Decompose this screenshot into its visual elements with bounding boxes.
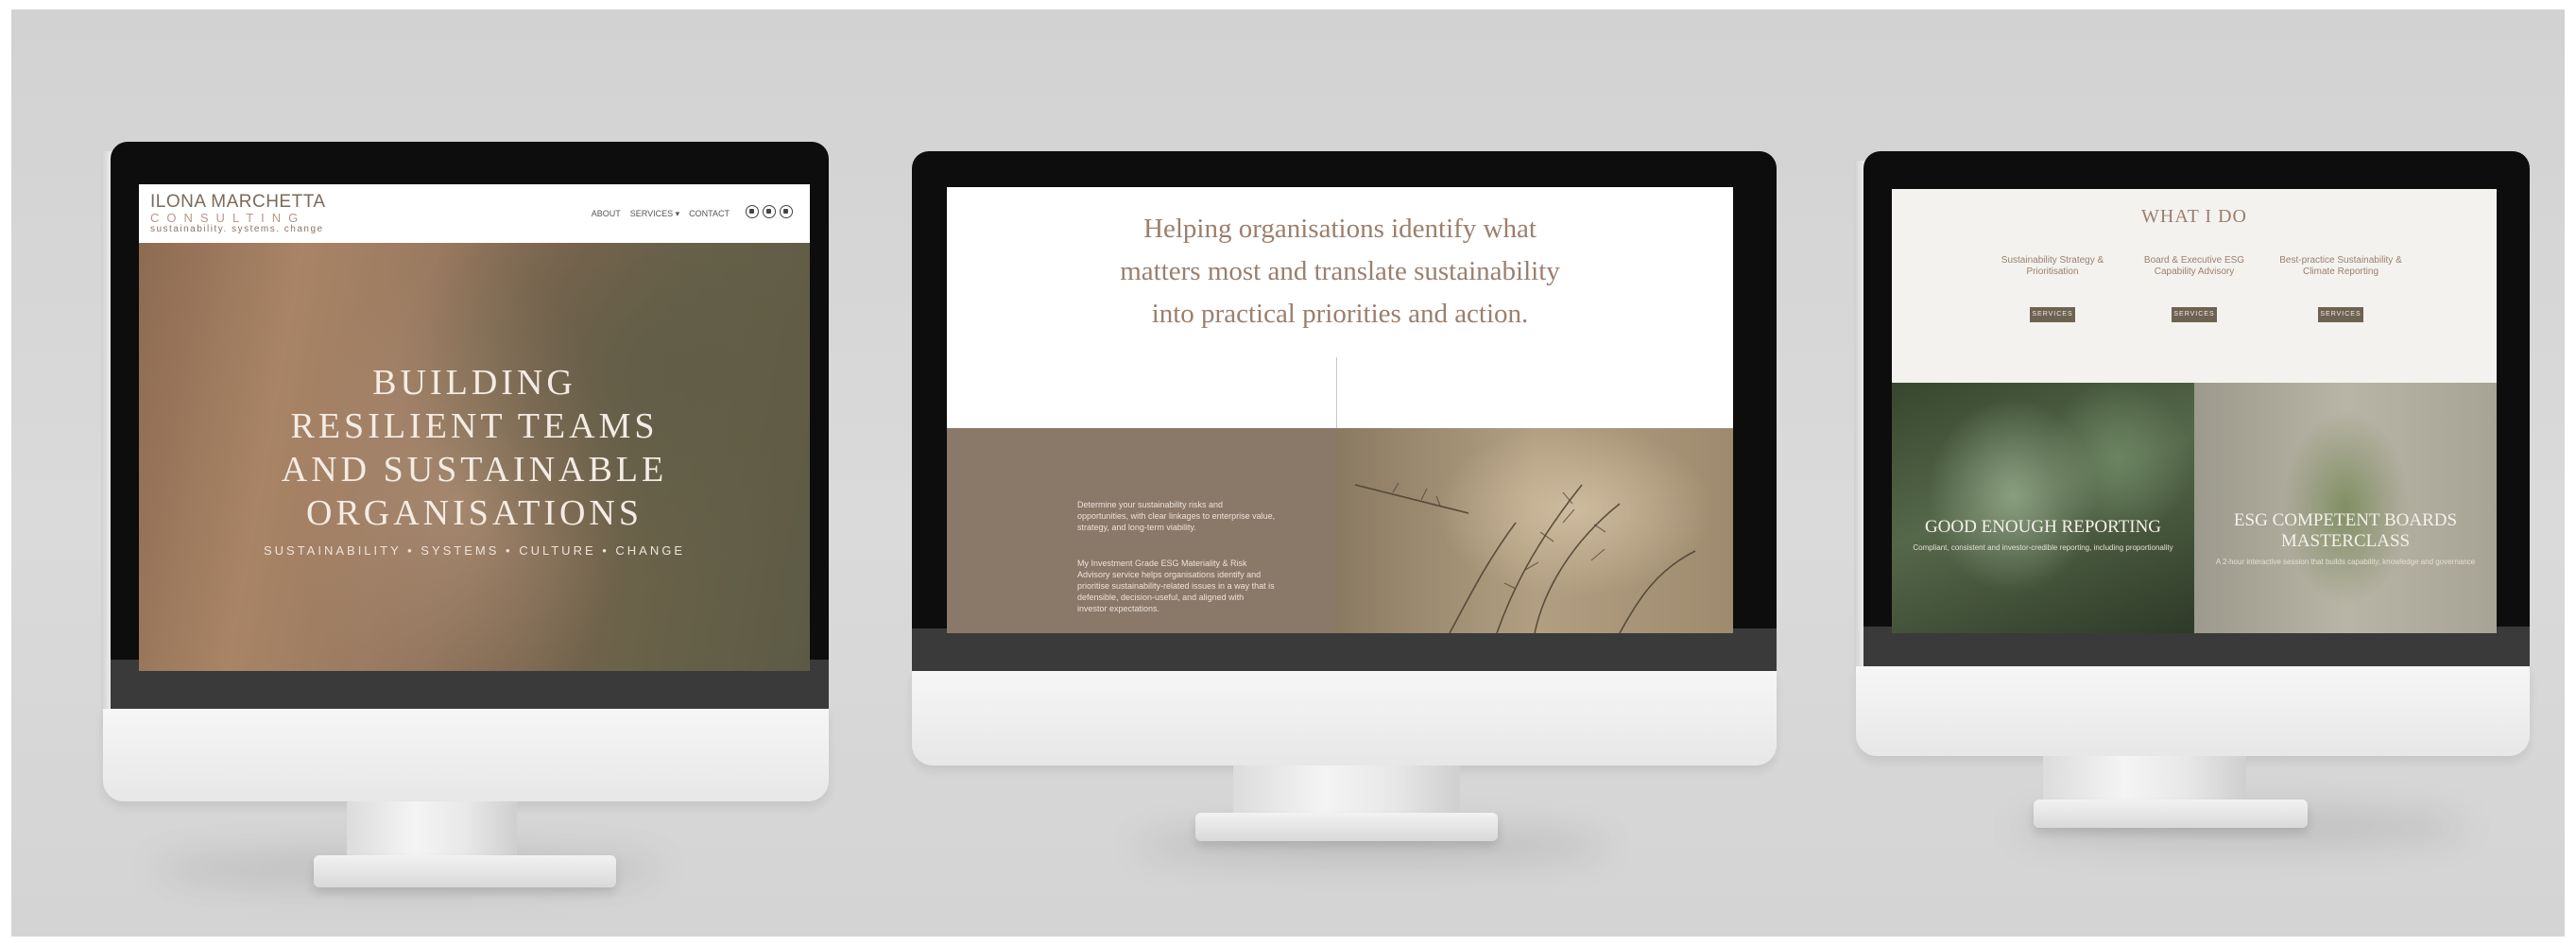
headline-line: Helping organisations identify what [1143,214,1537,244]
headline-line: matters most and translate sustainabilit… [1120,256,1560,286]
monitor-foot [314,855,616,887]
services-button[interactable]: SERVICES [2030,307,2075,322]
hero-title-line: ORGANISATIONS [305,493,644,533]
nav-about[interactable]: ABOUT [592,209,621,219]
monitor-left: ILONA MARCHETTA CONSULTING sustainabilit… [101,142,829,898]
card-title: ESG COMPETENT BOARDS MASTERCLASS [2204,510,2487,552]
hero-tagline: SUSTAINABILITY • SYSTEMS • CULTURE • CHA… [263,543,686,558]
nav-services[interactable]: SERVICES ▾ [630,209,679,219]
monitor-foot [1195,813,1498,841]
grass-illustration [1354,482,1696,633]
service-title: Board & Executive ESG Capability Advisor… [2143,255,2245,277]
monitor-foot [2034,800,2308,828]
services-headline: Helping organisations identify what matt… [947,208,1733,335]
linkedin-icon[interactable] [763,205,776,218]
monitor-chin [103,709,829,801]
monitor-neck [1233,765,1460,815]
monitor-right: WHAT I DO Sustainability Strategy & Prio… [1854,151,2530,851]
nav-contact[interactable]: CONTACT [689,209,730,219]
main-nav: ABOUT SERVICES ▾ CONTACT [592,209,730,219]
service-title: Best-practice Sustainability & Climate R… [2279,255,2402,277]
ginkgo-photo-card[interactable]: ESG COMPETENT BOARDS MASTERCLASS A 2-hou… [2194,383,2497,633]
service-title: Sustainability Strategy & Prioritisation [2001,255,2104,277]
hero-title: BUILDING RESILIENT TEAMS AND SUSTAINABLE… [139,361,810,535]
card-title: GOOD ENOUGH REPORTING [1924,517,2162,537]
panel-paragraph: My Investment Grade ESG Materiality & Ri… [1077,559,1275,613]
monitor-neck [347,801,517,858]
site-header: ILONA MARCHETTA CONSULTING sustainabilit… [139,184,810,243]
screen-bottom-bar [912,628,1777,671]
grass-photo [1336,428,1733,633]
panel-paragraph: Determine your sustainability risks and … [1077,500,1276,532]
brand-tagline: sustainability. systems. change [150,224,324,234]
hero-image: BUILDING RESILIENT TEAMS AND SUSTAINABLE… [139,243,810,671]
card-title-line: ESG COMPETENT BOARDS [2233,510,2458,530]
social-links [746,205,793,218]
hero-title-line: BUILDING [372,363,576,403]
brand-subtitle: CONSULTING [150,211,306,225]
vertical-divider [1336,357,1337,428]
brand-logo[interactable]: ILONA MARCHETTA [150,192,326,213]
monitor-center: Helping organisations identify what matt… [912,151,1777,869]
monitor-chin [912,671,1777,765]
headline-line: into practical priorities and action. [1151,299,1529,329]
screen-what-i-do: WHAT I DO Sustainability Strategy & Prio… [1892,189,2497,633]
hero-title-line: RESILIENT TEAMS [290,406,659,446]
services-button[interactable]: SERVICES [2172,307,2217,322]
monitor-neck [2043,756,2246,803]
card-title-line: MASTERCLASS [2280,531,2411,551]
services-button[interactable]: SERVICES [2318,307,2363,322]
screen-services: Helping organisations identify what matt… [947,187,1733,633]
card-text: Compliant, consistent and investor-credi… [1913,543,2173,552]
screen-home: ILONA MARCHETTA CONSULTING sustainabilit… [139,184,810,671]
mockup-stage: ILONA MARCHETTA CONSULTING sustainabilit… [11,9,2565,937]
email-icon[interactable] [780,205,793,218]
monitor-chin [1856,666,2530,756]
section-heading: WHAT I DO [2141,206,2247,227]
services-section: WHAT I DO Sustainability Strategy & Prio… [1892,189,2497,383]
instagram-icon[interactable] [746,205,759,218]
hero-title-line: AND SUSTAINABLE [281,450,668,490]
card-text: A 2-hour interactive session that builds… [2215,558,2476,566]
leaf-photo-card[interactable]: GOOD ENOUGH REPORTING Compliant, consist… [1892,383,2194,633]
